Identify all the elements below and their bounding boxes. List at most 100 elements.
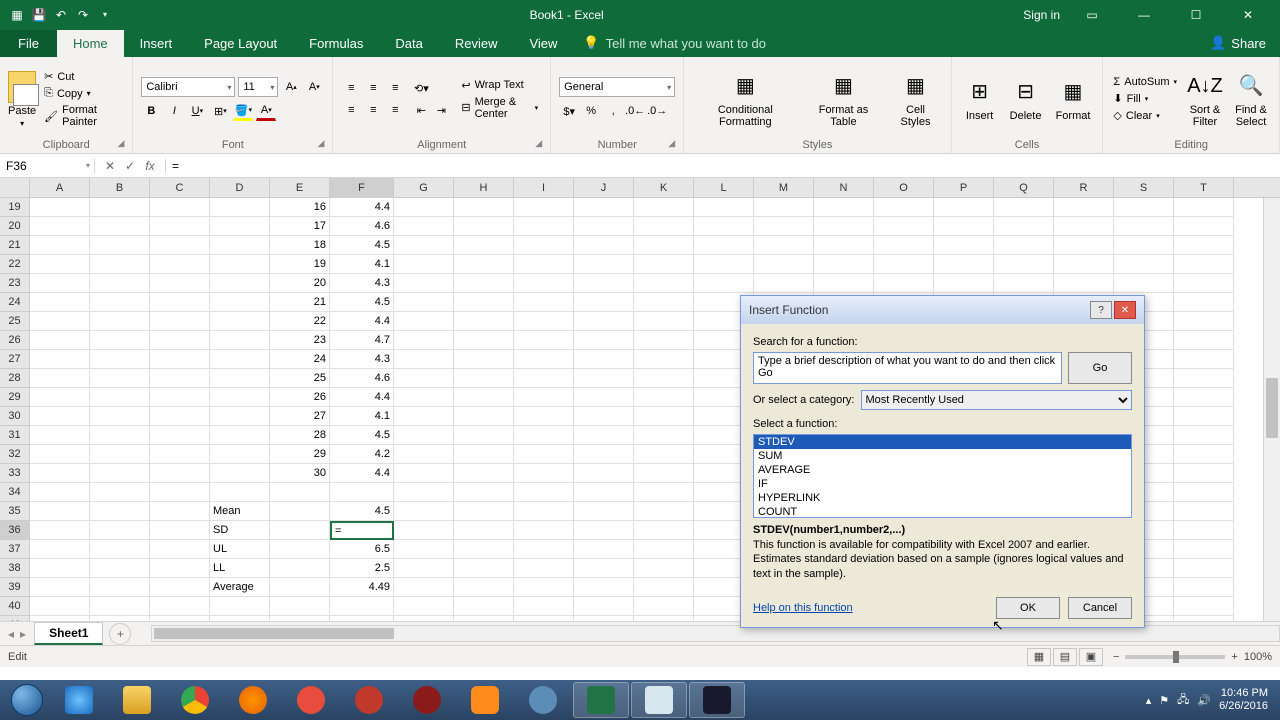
cell-C20[interactable] [150, 217, 210, 236]
cell-B20[interactable] [90, 217, 150, 236]
row-header[interactable]: 20 [0, 217, 30, 236]
cell-K30[interactable] [634, 407, 694, 426]
row-header[interactable]: 41 [0, 616, 30, 621]
row-header[interactable]: 19 [0, 198, 30, 217]
row-header[interactable]: 38 [0, 559, 30, 578]
col-header-D[interactable]: D [210, 178, 270, 197]
cell-F24[interactable]: 4.5 [330, 293, 394, 312]
tab-data[interactable]: Data [379, 30, 438, 57]
cell-R19[interactable] [1054, 198, 1114, 217]
cell-H41[interactable] [454, 616, 514, 621]
cell-D25[interactable] [210, 312, 270, 331]
cell-M21[interactable] [754, 236, 814, 255]
cell-H38[interactable] [454, 559, 514, 578]
cell-J25[interactable] [574, 312, 634, 331]
col-header-E[interactable]: E [270, 178, 330, 197]
align-bottom-icon[interactable]: ≡ [385, 78, 405, 98]
cell-H20[interactable] [454, 217, 514, 236]
cell-P23[interactable] [934, 274, 994, 293]
cell-Q20[interactable] [994, 217, 1054, 236]
row-header[interactable]: 23 [0, 274, 30, 293]
cell-I33[interactable] [514, 464, 574, 483]
cell-R20[interactable] [1054, 217, 1114, 236]
cell-N22[interactable] [814, 255, 874, 274]
cell-T36[interactable] [1174, 521, 1234, 540]
cell-D36[interactable]: SD [210, 521, 270, 540]
cell-K23[interactable] [634, 274, 694, 293]
function-item-sum[interactable]: SUM [754, 449, 1131, 463]
cell-G31[interactable] [394, 426, 454, 445]
cell-T19[interactable] [1174, 198, 1234, 217]
col-header-J[interactable]: J [574, 178, 634, 197]
cell-O20[interactable] [874, 217, 934, 236]
cell-I40[interactable] [514, 597, 574, 616]
cell-J32[interactable] [574, 445, 634, 464]
cell-F33[interactable]: 4.4 [330, 464, 394, 483]
cell-J24[interactable] [574, 293, 634, 312]
cell-A22[interactable] [30, 255, 90, 274]
cell-I19[interactable] [514, 198, 574, 217]
cell-P19[interactable] [934, 198, 994, 217]
cell-G41[interactable] [394, 616, 454, 621]
cell-T29[interactable] [1174, 388, 1234, 407]
cell-C36[interactable] [150, 521, 210, 540]
cell-D23[interactable] [210, 274, 270, 293]
cell-P22[interactable] [934, 255, 994, 274]
cell-D19[interactable] [210, 198, 270, 217]
bold-button[interactable]: B [141, 101, 161, 121]
cell-E21[interactable]: 18 [270, 236, 330, 255]
function-item-hyperlink[interactable]: HYPERLINK [754, 491, 1131, 505]
cell-J30[interactable] [574, 407, 634, 426]
cell-O23[interactable] [874, 274, 934, 293]
ok-button[interactable]: OK [996, 597, 1060, 619]
cell-F39[interactable]: 4.49 [330, 578, 394, 597]
cell-H23[interactable] [454, 274, 514, 293]
cell-E19[interactable]: 16 [270, 198, 330, 217]
cell-N21[interactable] [814, 236, 874, 255]
cell-E29[interactable]: 26 [270, 388, 330, 407]
cell-S23[interactable] [1114, 274, 1174, 293]
cell-L19[interactable] [694, 198, 754, 217]
paste-button[interactable]: Paste ▾ [8, 71, 36, 128]
row-header[interactable]: 35 [0, 502, 30, 521]
cell-H32[interactable] [454, 445, 514, 464]
cell-F26[interactable]: 4.7 [330, 331, 394, 350]
row-header[interactable]: 29 [0, 388, 30, 407]
cell-I28[interactable] [514, 369, 574, 388]
cell-T28[interactable] [1174, 369, 1234, 388]
add-sheet-button[interactable]: + [109, 623, 131, 645]
help-link[interactable]: Help on this function [753, 602, 853, 614]
cell-B31[interactable] [90, 426, 150, 445]
cell-T27[interactable] [1174, 350, 1234, 369]
function-item-stdev[interactable]: STDEV [754, 435, 1131, 449]
cell-T21[interactable] [1174, 236, 1234, 255]
cell-J31[interactable] [574, 426, 634, 445]
cell-A21[interactable] [30, 236, 90, 255]
orientation-icon[interactable]: ⟲▾ [411, 78, 431, 98]
cell-I36[interactable] [514, 521, 574, 540]
cell-H26[interactable] [454, 331, 514, 350]
taskbar-recorder[interactable] [689, 682, 745, 718]
cell-G33[interactable] [394, 464, 454, 483]
function-list[interactable]: STDEVSUMAVERAGEIFHYPERLINKCOUNTMAX [753, 434, 1132, 518]
cell-I25[interactable] [514, 312, 574, 331]
cell-E40[interactable] [270, 597, 330, 616]
row-header[interactable]: 36 [0, 521, 30, 540]
cell-Q21[interactable] [994, 236, 1054, 255]
cell-B22[interactable] [90, 255, 150, 274]
cell-E22[interactable]: 19 [270, 255, 330, 274]
tab-page-layout[interactable]: Page Layout [188, 30, 293, 57]
cell-T25[interactable] [1174, 312, 1234, 331]
conditional-formatting-button[interactable]: ▦Conditional Formatting [692, 68, 798, 130]
cell-H24[interactable] [454, 293, 514, 312]
cell-T22[interactable] [1174, 255, 1234, 274]
cell-J21[interactable] [574, 236, 634, 255]
cell-I21[interactable] [514, 236, 574, 255]
taskbar-app1[interactable] [283, 682, 339, 718]
tab-file[interactable]: File [0, 30, 57, 57]
cell-E25[interactable]: 22 [270, 312, 330, 331]
cell-D20[interactable] [210, 217, 270, 236]
increase-indent-icon[interactable]: ⇥ [431, 100, 451, 120]
cell-B32[interactable] [90, 445, 150, 464]
copy-button[interactable]: ⎘Copy▾ [42, 86, 124, 101]
